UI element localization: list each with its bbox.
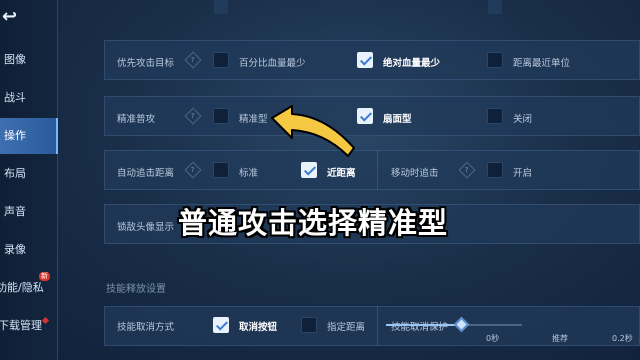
setting-label: 优先攻击目标 [117,58,175,69]
sidebar-item-downloads[interactable]: 下载管理 [0,308,58,344]
option-label: 指定距离 [327,322,366,333]
controls-settings-panel: 优先攻击目标 ? 百分比血量最少 绝对血量最少 距离最近单位 精准普攻 ? 精准… [104,0,640,360]
checkbox-specified-distance[interactable] [301,317,317,333]
overlay-caption: 普通攻击选择精准型 [178,206,449,240]
option-label: 开启 [513,168,533,179]
sidebar-item-layout[interactable]: 布局 [0,156,58,192]
option-label: 距离最近单位 [513,58,571,69]
sidebar-item-label: 声音 [4,205,26,218]
option-label: 近距离 [327,168,356,179]
help-icon[interactable]: ? [184,107,202,125]
back-button[interactable]: ↩ [2,6,42,28]
sidebar-item-label: 录像 [4,243,26,256]
sidebar-item-label: 下载管理 [0,319,42,332]
sidebar-item-privacy[interactable]: 功能/隐私 新 [0,270,58,306]
sidebar-item-combat[interactable]: 战斗 [0,80,58,116]
option-label: 精准型 [239,114,268,125]
setting-row-skill-cancel: 技能取消方式 取消按钮 指定距离 技能取消保护 [104,306,640,346]
sidebar-item-sound[interactable]: 声音 [0,194,58,230]
checkbox-absolute-hp[interactable] [357,52,373,68]
setting-label: 技能取消保护 [391,322,449,333]
checkbox-precise-type[interactable] [213,108,229,124]
divider [377,306,378,346]
sidebar-item-label: 图像 [4,53,26,66]
setting-row-chase: 自动追击距离 ? 标准 近距离 移动时追击 ? 开启 [104,150,640,190]
checkbox-nearest-unit[interactable] [487,52,503,68]
setting-row-precise-attack: 精准普攻 ? 精准型 扇面型 关闭 [104,96,640,136]
option-label: 关闭 [513,114,533,125]
settings-sidebar: ↩ 图像 战斗 操作 布局 声音 录像 功能/隐私 新 下载管理 [0,0,58,360]
option-label: 扇面型 [383,114,412,125]
sidebar-item-label: 功能/隐私 [0,281,44,294]
annotation-arrow [271,105,355,157]
setting-label: 锁敌头像显示 [117,222,175,233]
sidebar-item-controls[interactable]: 操作 [0,118,58,154]
sidebar-item-label: 布局 [4,167,26,180]
setting-row-attack-target: 优先攻击目标 ? 百分比血量最少 绝对血量最少 距离最近单位 [104,40,640,80]
new-badge: 新 [39,272,50,281]
arrow-shape [271,105,355,157]
option-label: 百分比血量最少 [239,58,306,69]
sidebar-item-label: 战斗 [4,91,26,104]
setting-label: 自动追击距离 [117,168,175,179]
top-scroll-strip [488,0,502,14]
setting-label: 技能取消方式 [117,322,175,333]
option-label: 绝对血量最少 [383,58,441,69]
notification-dot [41,316,50,325]
checkbox-percent-hp[interactable] [213,52,229,68]
setting-label: 移动时追击 [391,168,439,179]
help-icon[interactable]: ? [184,51,202,69]
checkbox-cancel-button[interactable] [213,317,229,333]
help-icon[interactable]: ? [458,161,476,179]
help-icon[interactable]: ? [184,161,202,179]
sidebar-item-replay[interactable]: 录像 [0,232,58,268]
checkbox-standard[interactable] [213,162,229,178]
option-label: 取消按钮 [239,322,278,333]
sidebar-item-label: 操作 [4,129,26,142]
setting-label: 精准普攻 [117,114,156,125]
top-scroll-strip [214,0,228,14]
option-label: 标准 [239,168,259,179]
sidebar-item-graphics[interactable]: 图像 [0,42,58,78]
divider [377,150,378,190]
checkbox-move-chase-on[interactable] [487,162,503,178]
checkbox-off[interactable] [487,108,503,124]
section-title-skill-release: 技能释放设置 [106,284,166,295]
